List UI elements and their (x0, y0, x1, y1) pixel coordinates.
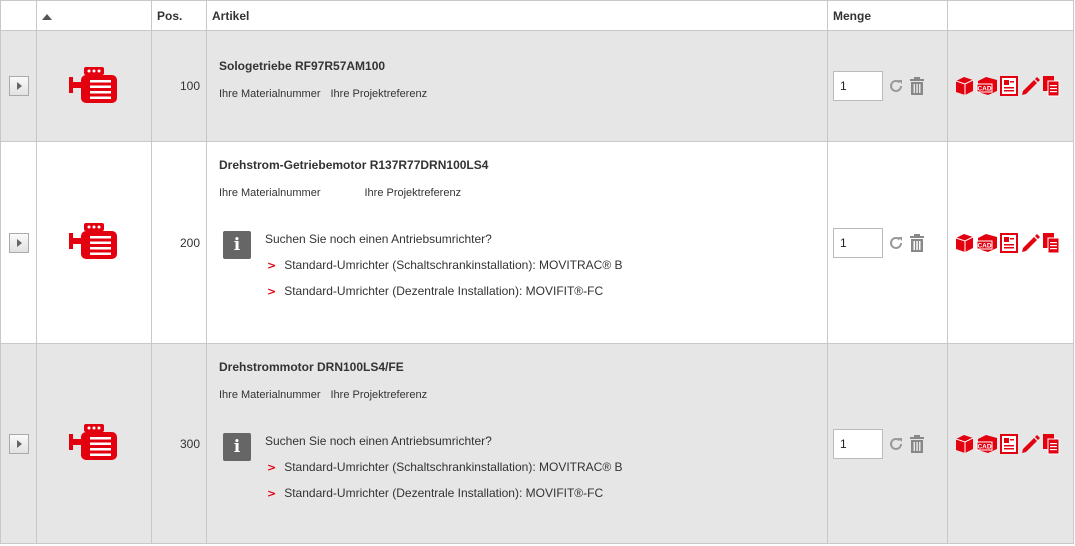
expand-button[interactable] (8, 433, 29, 454)
quantity-input[interactable] (833, 227, 883, 258)
table-row: 100 Sologetriebe RF97R57AM100 Ihre Mater… (0, 30, 1074, 142)
expand-cell (0, 141, 37, 344)
datasheet-icon[interactable] (1000, 232, 1018, 253)
catalog-icon[interactable] (955, 233, 974, 253)
cad-icon[interactable]: CAD (976, 233, 998, 253)
svg-text:CAD: CAD (977, 443, 991, 450)
hint-link-movifit[interactable]: > Standard-Umrichter (Dezentrale Installa… (265, 284, 623, 298)
project-reference-field[interactable]: Ihre Projektreferenz (330, 389, 427, 401)
chevron-right-icon: > (267, 285, 277, 298)
info-icon: i (223, 231, 251, 259)
inverter-hint: i Suchen Sie noch einen Antriebsumrichte… (223, 433, 623, 500)
project-reference-field[interactable]: Ihre Projektreferenz (364, 187, 461, 199)
chevron-right-icon: > (267, 461, 277, 474)
article-references: Ihre Materialnummer Ihre Projektreferenz (219, 187, 827, 199)
table-row: 300 Drehstrommotor DRN100LS4/FE Ihre Mat… (0, 343, 1074, 544)
hint-title: Suchen Sie noch einen Antriebsumrichter? (265, 232, 492, 246)
refresh-icon[interactable] (887, 435, 905, 453)
header-quantity[interactable]: Menge (827, 0, 948, 31)
actions-cell: CAD (947, 343, 1074, 544)
cad-icon[interactable]: CAD (976, 76, 998, 96)
documents-icon[interactable] (1042, 232, 1060, 254)
trash-icon[interactable] (909, 434, 925, 454)
quantity-cell (827, 141, 948, 344)
table-header: Pos. Artikel Menge (0, 0, 1074, 31)
header-actions (947, 0, 1074, 31)
edit-icon[interactable] (1020, 434, 1040, 454)
hint-link-movitrac[interactable]: > Standard-Umrichter (Schaltschrankinstal… (265, 258, 623, 272)
svg-text:CAD: CAD (977, 86, 991, 93)
edit-icon[interactable] (1020, 233, 1040, 253)
trash-icon[interactable] (909, 76, 925, 96)
catalog-icon[interactable] (955, 76, 974, 96)
sort-button[interactable] (36, 0, 152, 31)
quantity-input[interactable] (833, 428, 883, 459)
position-number: 100 (151, 30, 207, 142)
trash-icon[interactable] (909, 233, 925, 253)
sort-ascending-icon[interactable] (42, 13, 52, 20)
header-pos[interactable]: Pos. (151, 0, 207, 31)
hint-title: Suchen Sie noch einen Antriebsumrichter? (265, 434, 492, 448)
position-number: 300 (151, 343, 207, 544)
header-article[interactable]: Artikel (206, 0, 828, 31)
refresh-icon[interactable] (887, 77, 905, 95)
edit-icon[interactable] (1020, 76, 1040, 96)
info-icon: i (223, 433, 251, 461)
actions-cell: CAD (947, 141, 1074, 344)
header-expand (0, 0, 37, 31)
hint-link-movitrac[interactable]: > Standard-Umrichter (Schaltschrankinstal… (265, 460, 623, 474)
hint-link-movifit[interactable]: > Standard-Umrichter (Dezentrale Installa… (265, 486, 623, 500)
material-number-field[interactable]: Ihre Materialnummer (219, 88, 320, 100)
article-references: Ihre Materialnummer Ihre Projektreferenz (219, 88, 827, 100)
motor-icon (69, 223, 117, 259)
inverter-hint: i Suchen Sie noch einen Antriebsumrichte… (223, 231, 623, 298)
quantity-cell (827, 343, 948, 544)
article-title[interactable]: Drehstrom-Getriebemotor R137R77DRN100LS4 (219, 158, 827, 172)
product-image-cell (36, 30, 152, 142)
article-title[interactable]: Drehstrommotor DRN100LS4/FE (219, 360, 827, 374)
cad-icon[interactable]: CAD (976, 434, 998, 454)
chevron-right-icon: > (267, 487, 277, 500)
table-row: 200 Drehstrom-Getriebemotor R137R77DRN10… (0, 141, 1074, 344)
material-number-field[interactable]: Ihre Materialnummer (219, 389, 320, 401)
catalog-icon[interactable] (955, 434, 974, 454)
datasheet-icon[interactable] (1000, 76, 1018, 96)
chevron-right-icon: > (267, 259, 277, 272)
cart-table: Pos. Artikel Menge 100 Sologetriebe RF97… (0, 0, 1074, 544)
documents-icon[interactable] (1042, 75, 1060, 97)
article-cell: Drehstrommotor DRN100LS4/FE Ihre Materia… (206, 343, 828, 544)
motor-icon (69, 66, 117, 103)
svg-text:CAD: CAD (977, 242, 991, 249)
position-number: 200 (151, 141, 207, 344)
product-image-cell (36, 343, 152, 544)
expand-button[interactable] (8, 232, 29, 253)
motor-icon (69, 424, 117, 460)
actions-cell: CAD (947, 30, 1074, 142)
datasheet-icon[interactable] (1000, 433, 1018, 454)
quantity-input[interactable] (833, 71, 883, 101)
article-references: Ihre Materialnummer Ihre Projektreferenz (219, 389, 827, 401)
documents-icon[interactable] (1042, 433, 1060, 455)
article-title[interactable]: Sologetriebe RF97R57AM100 (219, 59, 827, 73)
material-number-field[interactable]: Ihre Materialnummer (219, 187, 320, 199)
article-cell: Drehstrom-Getriebemotor R137R77DRN100LS4… (206, 141, 828, 344)
expand-button[interactable] (8, 76, 29, 96)
project-reference-field[interactable]: Ihre Projektreferenz (330, 88, 427, 100)
refresh-icon[interactable] (887, 234, 905, 252)
expand-cell (0, 343, 37, 544)
quantity-cell (827, 30, 948, 142)
article-cell: Sologetriebe RF97R57AM100 Ihre Materialn… (206, 30, 828, 142)
expand-cell (0, 30, 37, 142)
product-image-cell (36, 141, 152, 344)
